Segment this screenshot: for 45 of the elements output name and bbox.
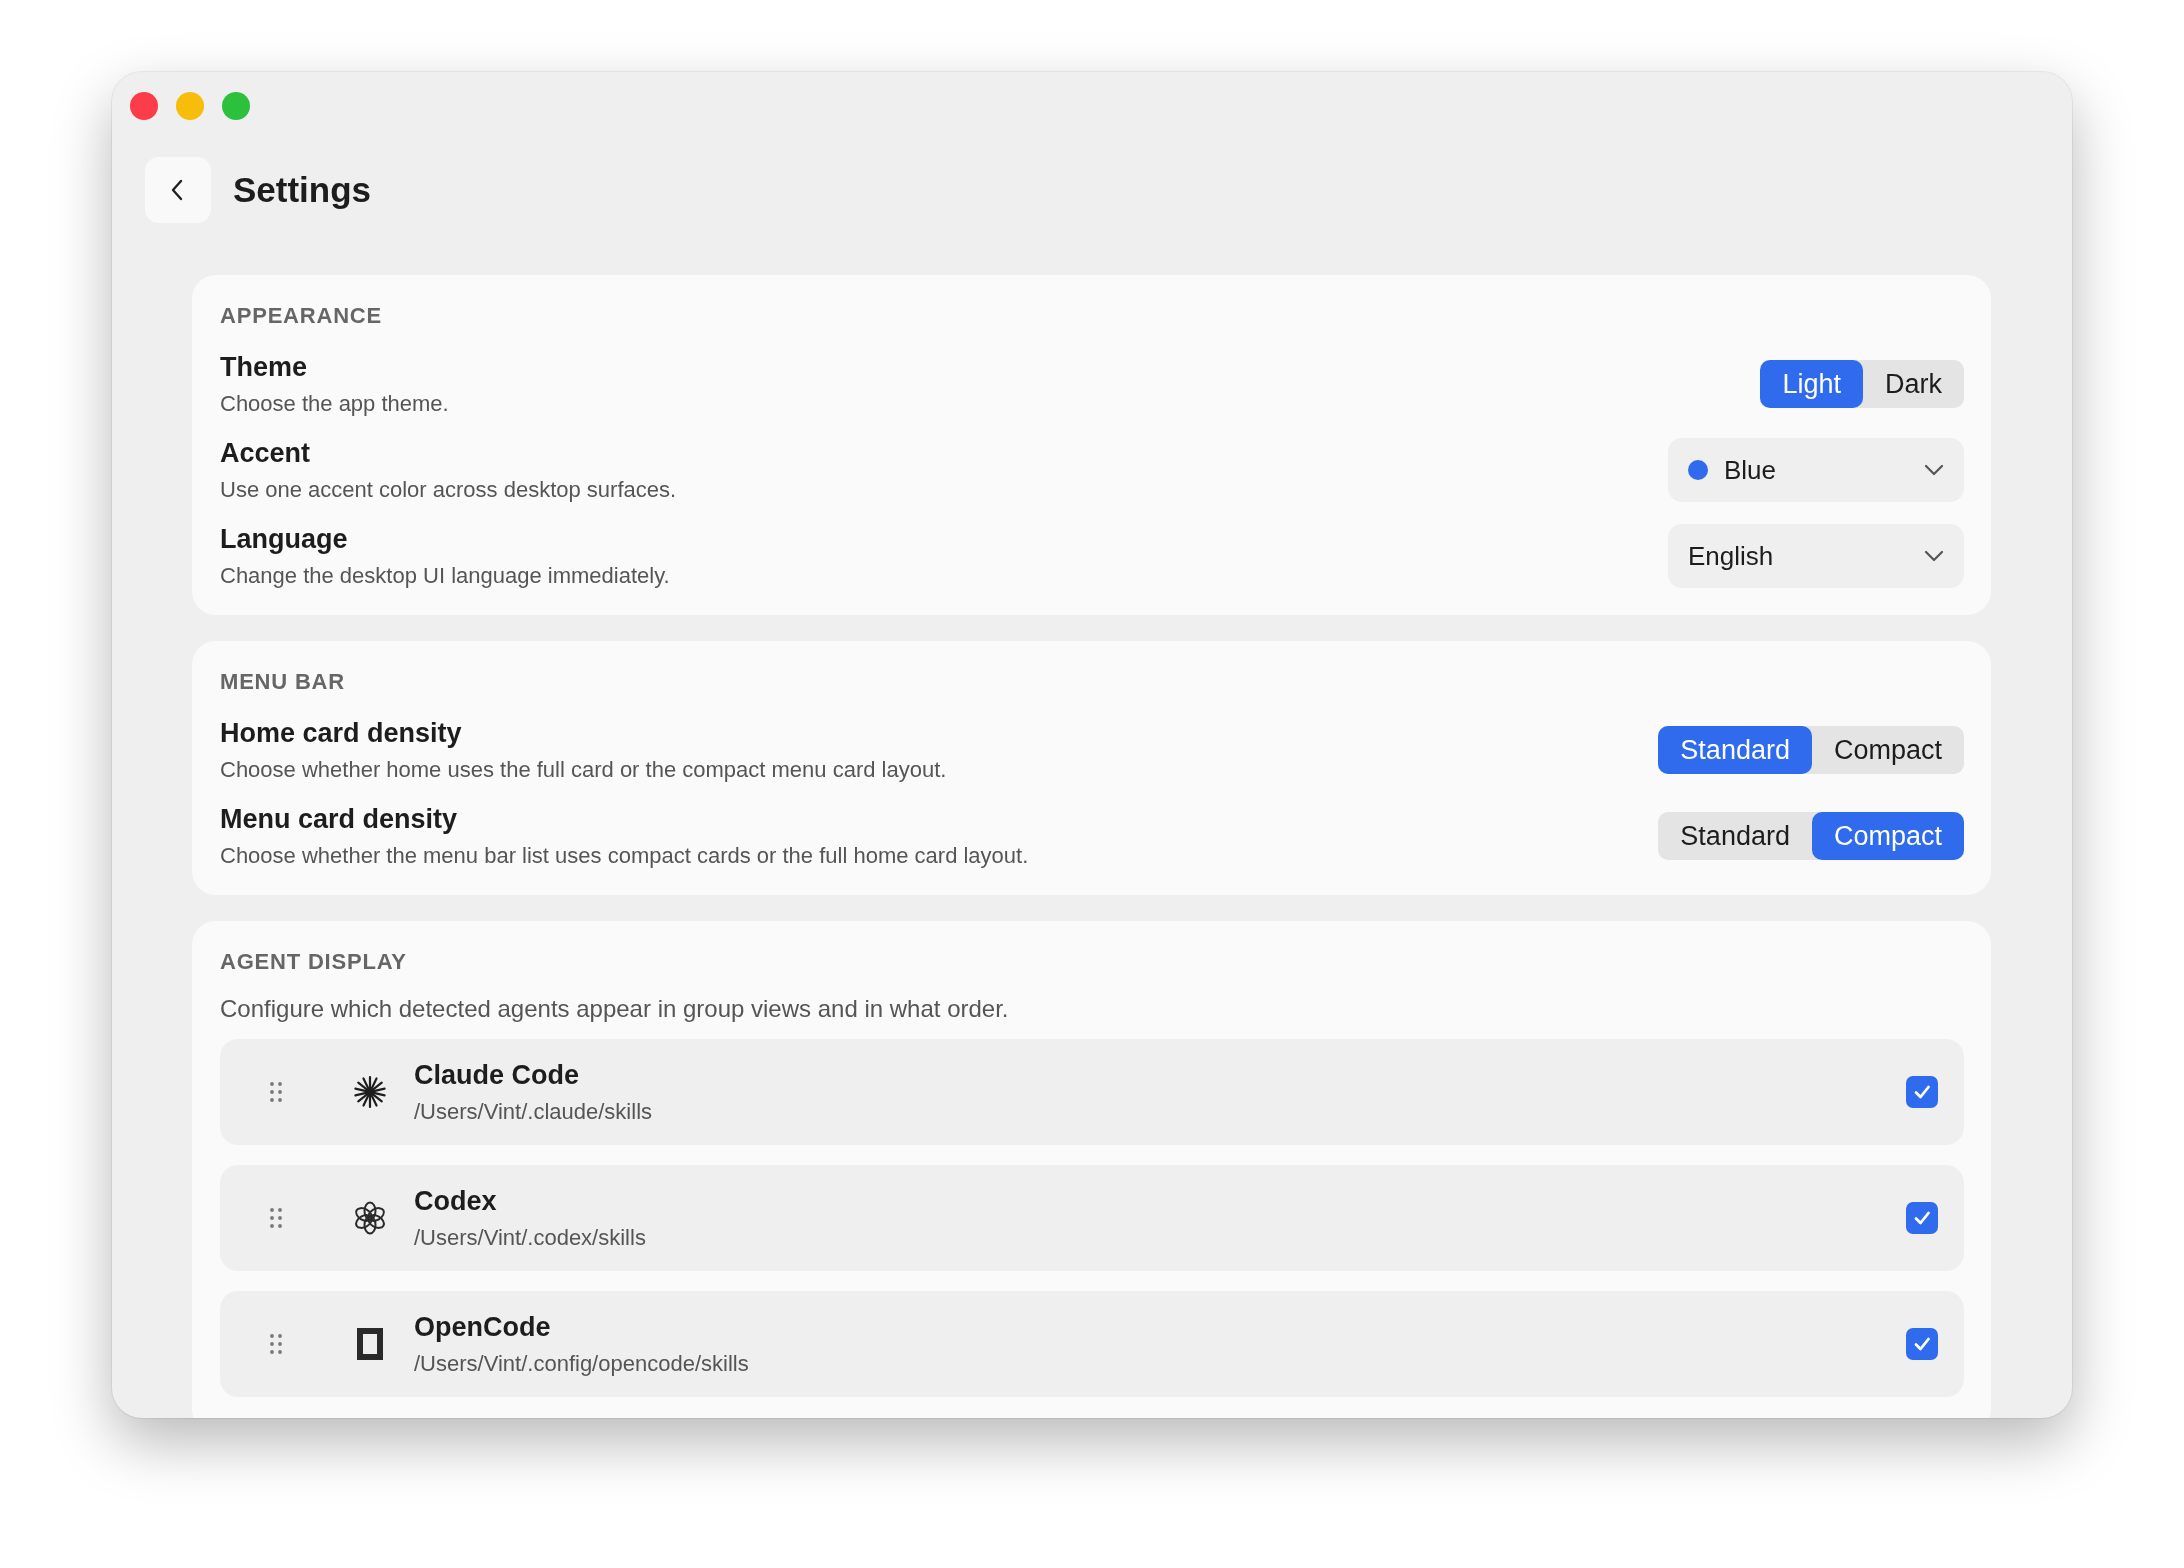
section-description: Configure which detected agents appear in group views and in what order. [220, 995, 1010, 1023]
asterisk-icon [353, 1075, 387, 1109]
agent-name: Claude Code [414, 1059, 581, 1091]
agent-path: /Users/Vint/.config/opencode/skills [414, 1350, 750, 1377]
segment-option[interactable]: Dark [1863, 360, 1964, 408]
setting-label: Theme [220, 351, 309, 383]
setting-label: Menu card density [220, 803, 459, 835]
window-title: Settings [233, 170, 372, 210]
checkbox[interactable] [1906, 1202, 1938, 1234]
setting-description: Use one accent color across desktop surfaces. [220, 476, 677, 503]
segment-option[interactable]: Standard [1658, 812, 1812, 860]
dropdown[interactable]: English [1668, 524, 1964, 588]
knot-icon [353, 1201, 387, 1235]
segment-option[interactable]: Light [1760, 360, 1863, 408]
agent-name: OpenCode [414, 1311, 552, 1343]
close-button[interactable] [130, 92, 158, 120]
segment-option[interactable]: Compact [1811, 726, 1964, 774]
agent-row[interactable]: OpenCode /Users/Vint/.config/opencode/skills [220, 1291, 1964, 1397]
drag-handle-icon[interactable] [268, 1333, 284, 1355]
dropdown[interactable]: Blue [1668, 438, 1964, 502]
segment-option[interactable]: Standard [1658, 726, 1812, 774]
setting-description: Choose the app theme. [220, 390, 449, 417]
chevron-down-icon [1924, 464, 1944, 476]
drag-handle-icon[interactable] [268, 1081, 284, 1103]
setting-label: Language [220, 523, 349, 555]
section-title: AGENT DISPLAY [220, 949, 408, 975]
agent-path: /Users/Vint/.claude/skills [414, 1098, 653, 1125]
setting-description: Choose whether home uses the full card or the compact menu card layout. [220, 756, 947, 783]
setting-description: Choose whether the menu bar list uses compact cards or the full home card layout. [220, 842, 1029, 869]
setting-description: Change the desktop UI language immediately. [220, 562, 670, 589]
agent-name: Codex [414, 1185, 498, 1217]
agent-row[interactable]: Codex /Users/Vint/.codex/skills [220, 1165, 1964, 1271]
checkbox[interactable] [1906, 1328, 1938, 1360]
section-title: APPEARANCE [220, 303, 384, 329]
agent-row[interactable]: Claude Code /Users/Vint/.claude/skills [220, 1039, 1964, 1145]
checkbox[interactable] [1906, 1076, 1938, 1108]
segment-option[interactable]: Compact [1811, 812, 1964, 860]
zoom-button[interactable] [222, 92, 250, 120]
agent-path: /Users/Vint/.codex/skills [414, 1224, 647, 1251]
section-title: MENU BAR [220, 669, 346, 695]
chevron-down-icon [1924, 550, 1944, 562]
drag-handle-icon[interactable] [268, 1207, 284, 1229]
setting-label: Accent [220, 437, 312, 469]
setting-label: Home card density [220, 717, 463, 749]
square-frame-icon [356, 1327, 384, 1361]
